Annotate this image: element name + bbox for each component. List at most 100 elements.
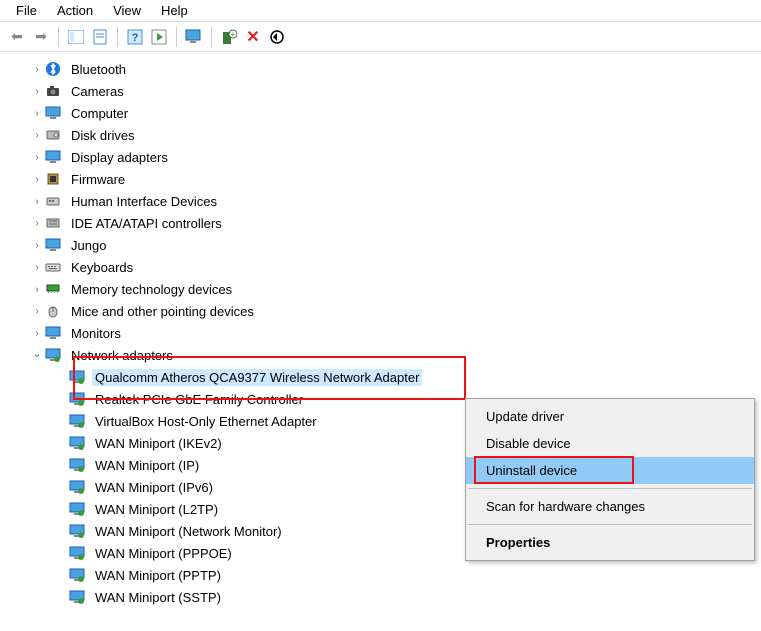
toolbar-separator	[58, 27, 59, 47]
tree-item-label: Jungo	[68, 237, 109, 254]
scan-button[interactable]	[183, 26, 205, 48]
tree-item-keyboards[interactable]: › Keyboards	[10, 256, 761, 278]
expander-none: ·	[54, 460, 68, 471]
tree-item-memtech[interactable]: › Memory technology devices	[10, 278, 761, 300]
tree-item-disk-drives[interactable]: › Disk drives	[10, 124, 761, 146]
tree-item-label: Monitors	[68, 325, 124, 342]
context-menu-uninstall-device[interactable]: Uninstall device	[466, 457, 754, 484]
ide-icon	[44, 214, 62, 232]
circle-arrow-icon	[269, 29, 285, 45]
tree-item-label: Bluetooth	[68, 61, 129, 78]
add-legacy-button[interactable]: +	[218, 26, 240, 48]
apply-button[interactable]	[89, 26, 111, 48]
tree-item-mice[interactable]: › Mice and other pointing devices	[10, 300, 761, 322]
expander-none: ·	[54, 394, 68, 405]
expander-icon[interactable]: ›	[30, 86, 44, 97]
expander-none: ·	[54, 548, 68, 559]
uninstall-button[interactable]: ✕	[242, 26, 264, 48]
tree-item-wan-pptp[interactable]: · WAN Miniport (PPTP)	[10, 564, 761, 586]
update-button[interactable]	[266, 26, 288, 48]
svg-text:+: +	[231, 30, 236, 39]
help-button[interactable]: ?	[124, 26, 146, 48]
hid-icon	[44, 192, 62, 210]
menu-help[interactable]: Help	[151, 1, 198, 20]
tree-item-network-adapters[interactable]: › Network adapters	[10, 344, 761, 366]
play-icon	[151, 29, 167, 45]
expander-none: ·	[54, 482, 68, 493]
camera-icon	[44, 82, 62, 100]
mouse-icon	[44, 302, 62, 320]
network-adapter-icon	[44, 346, 62, 364]
expander-icon[interactable]: ›	[30, 174, 44, 185]
tree-item-label: WAN Miniport (PPTP)	[92, 567, 224, 584]
x-icon: ✕	[246, 27, 259, 47]
expander-icon[interactable]: ›	[30, 108, 44, 119]
forward-button[interactable]: ➡	[30, 26, 52, 48]
expander-icon[interactable]: ›	[30, 306, 44, 317]
tree-item-label: Firmware	[68, 171, 128, 188]
network-adapter-icon	[68, 566, 86, 584]
sheet-icon	[93, 29, 107, 45]
tree-item-wan-sstp[interactable]: · WAN Miniport (SSTP)	[10, 586, 761, 608]
tree-item-display-adapters[interactable]: › Display adapters	[10, 146, 761, 168]
tree-item-label: WAN Miniport (IP)	[92, 457, 202, 474]
expander-none: ·	[54, 372, 68, 383]
tree-item-label: Keyboards	[68, 259, 136, 276]
tree-item-label: WAN Miniport (Network Monitor)	[92, 523, 285, 540]
tree-item-qca9377[interactable]: · Qualcomm Atheros QCA9377 Wireless Netw…	[10, 366, 761, 388]
expander-none: ·	[54, 570, 68, 581]
context-menu-separator	[468, 524, 752, 525]
expander-none: ·	[54, 592, 68, 603]
chip-icon	[44, 170, 62, 188]
expander-icon[interactable]: ›	[30, 262, 44, 273]
context-menu-scan[interactable]: Scan for hardware changes	[466, 493, 754, 520]
help-icon: ?	[127, 29, 143, 45]
expander-icon[interactable]: ›	[30, 328, 44, 339]
tree-item-cameras[interactable]: › Cameras	[10, 80, 761, 102]
network-adapter-icon	[68, 412, 86, 430]
toolbar-separator	[176, 27, 177, 47]
expander-icon[interactable]: ›	[30, 284, 44, 295]
tree-item-label: WAN Miniport (L2TP)	[92, 501, 221, 518]
context-menu-separator	[468, 488, 752, 489]
tree-item-monitors[interactable]: › Monitors	[10, 322, 761, 344]
context-menu-properties[interactable]: Properties	[466, 529, 754, 556]
menu-file[interactable]: File	[6, 1, 47, 20]
menu-action[interactable]: Action	[47, 1, 103, 20]
expander-icon[interactable]: ›	[30, 64, 44, 75]
expander-icon[interactable]: ›	[30, 152, 44, 163]
menu-bar: File Action View Help	[0, 0, 761, 22]
toolbar-separator	[117, 27, 118, 47]
expander-icon[interactable]: ›	[30, 130, 44, 141]
expander-none: ·	[54, 416, 68, 427]
action-button[interactable]	[148, 26, 170, 48]
tree-item-label: IDE ATA/ATAPI controllers	[68, 215, 225, 232]
expander-icon[interactable]: ›	[30, 196, 44, 207]
tree-item-bluetooth[interactable]: › Bluetooth	[10, 58, 761, 80]
tree-item-firmware[interactable]: › Firmware	[10, 168, 761, 190]
expander-icon[interactable]: ›	[32, 348, 43, 362]
back-button[interactable]: ⬅	[6, 26, 28, 48]
tree-item-computer[interactable]: › Computer	[10, 102, 761, 124]
tree-item-jungo[interactable]: › Jungo	[10, 234, 761, 256]
arrow-right-icon: ➡	[35, 28, 47, 45]
context-menu-update-driver[interactable]: Update driver	[466, 403, 754, 430]
expander-none: ·	[54, 504, 68, 515]
keyboard-icon	[44, 258, 62, 276]
tree-item-label: Realtek PCIe GbE Family Controller	[92, 391, 306, 408]
toolbar: ⬅ ➡ ? + ✕	[0, 22, 761, 52]
tree-item-ide[interactable]: › IDE ATA/ATAPI controllers	[10, 212, 761, 234]
menu-view[interactable]: View	[103, 1, 151, 20]
tree-item-label: WAN Miniport (SSTP)	[92, 589, 224, 606]
context-menu-disable-device[interactable]: Disable device	[466, 430, 754, 457]
expander-icon[interactable]: ›	[30, 218, 44, 229]
toolbar-separator	[211, 27, 212, 47]
expander-icon[interactable]: ›	[30, 240, 44, 251]
show-hide-tree-button[interactable]	[65, 26, 87, 48]
svg-text:?: ?	[132, 32, 139, 44]
network-adapter-icon	[68, 588, 86, 606]
tree-item-hid[interactable]: › Human Interface Devices	[10, 190, 761, 212]
panel-icon	[68, 30, 84, 44]
tree-item-label: Qualcomm Atheros QCA9377 Wireless Networ…	[92, 369, 422, 386]
network-adapter-icon	[68, 522, 86, 540]
